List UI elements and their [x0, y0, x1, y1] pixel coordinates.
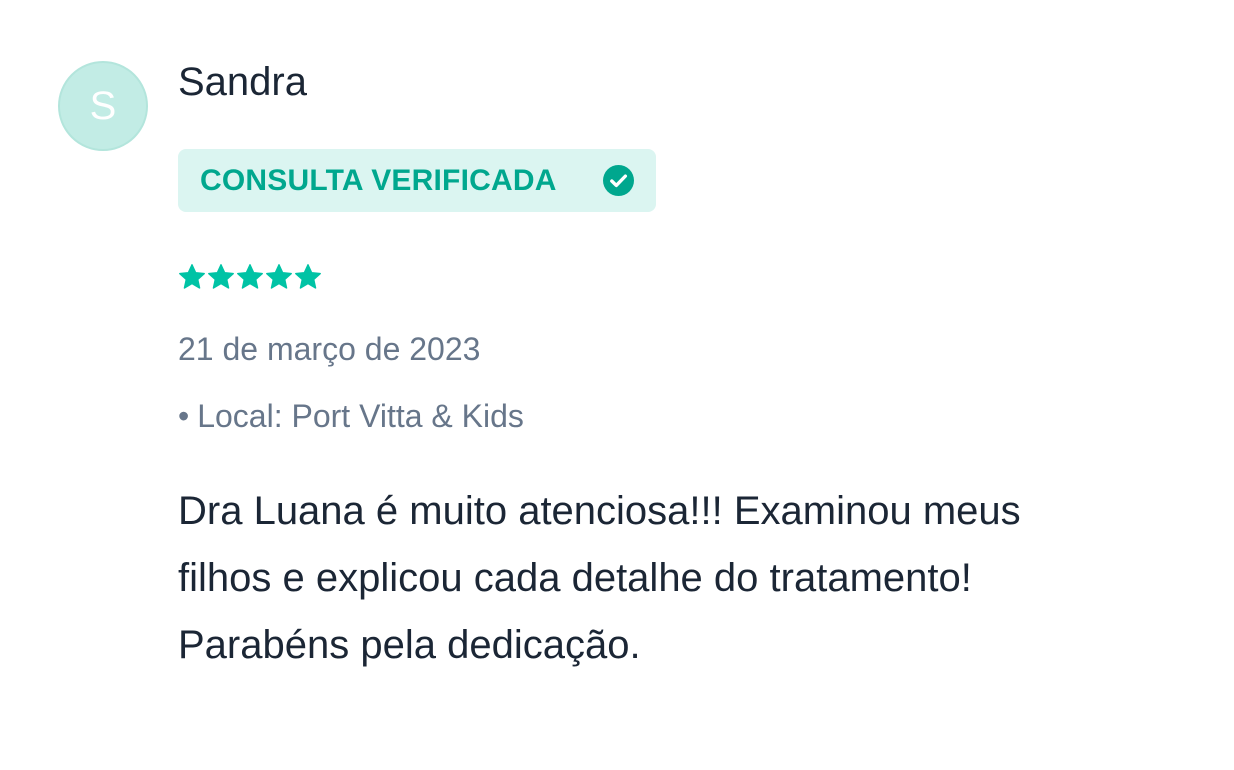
review-text-line: Dra Luana é muito atenciosa!!! Examinou … [178, 489, 1021, 533]
review-text-line: filhos e explicou cada detalhe do tratam… [178, 556, 972, 600]
avatar: S [58, 61, 148, 151]
review-location: • Local: Port Vitta & Kids [178, 397, 524, 435]
location-bullet: • [178, 398, 190, 434]
check-circle-icon [603, 165, 634, 196]
review-card: S Sandra CONSULTA VERIFICADA 21 de março… [0, 0, 1234, 770]
star-icon [266, 264, 292, 289]
location-label: Local: Port Vitta & Kids [197, 398, 524, 434]
reviewer-name: Sandra [178, 60, 307, 104]
star-icon [208, 264, 234, 289]
verified-label: CONSULTA VERIFICADA [200, 163, 557, 197]
star-rating [178, 262, 322, 292]
star-icon [179, 264, 205, 289]
avatar-initial: S [89, 84, 117, 128]
verified-badge: CONSULTA VERIFICADA [178, 149, 656, 212]
review-text-line: Parabéns pela dedicação. [178, 623, 641, 667]
review-date: 21 de março de 2023 [178, 331, 481, 367]
star-icon [295, 264, 321, 289]
star-icon [237, 264, 263, 289]
review-text: Dra Luana é muito atenciosa!!! Examinou … [178, 478, 1138, 679]
